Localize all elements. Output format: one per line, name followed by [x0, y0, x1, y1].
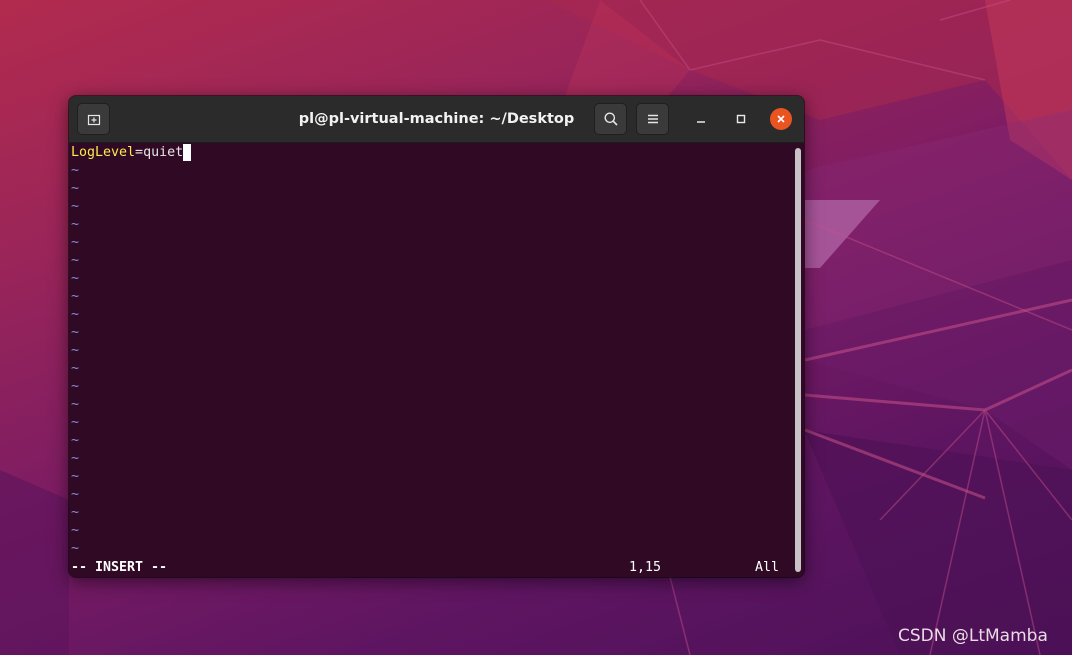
empty-line-marker: ~: [71, 235, 80, 250]
empty-line-marker: ~: [71, 325, 80, 340]
terminal-window[interactable]: pl@pl-virtual-machine: ~/Desktop LogLeve…: [69, 96, 804, 577]
terminal-text-area[interactable]: LogLevel=quiet ~ ~ ~ ~ ~ ~ ~ ~ ~ ~ ~ ~ ~ ~ ~ ~ ~ ~ ~ ~ ~ ~ --…: [69, 143, 804, 577]
empty-line-marker: ~: [71, 415, 80, 430]
config-key: LogLevel: [71, 145, 136, 160]
close-button[interactable]: [770, 108, 792, 130]
search-button[interactable]: [594, 103, 627, 135]
empty-line-marker: ~: [71, 523, 80, 538]
maximize-button[interactable]: [730, 108, 752, 130]
empty-line-marker: ~: [71, 487, 80, 502]
scroll-position: All: [755, 560, 780, 575]
empty-line-marker: ~: [71, 361, 80, 376]
close-icon: [777, 115, 785, 123]
search-icon: [604, 112, 618, 126]
config-value: quiet: [143, 145, 184, 160]
new-tab-icon: [87, 114, 100, 126]
text-cursor: [183, 144, 192, 161]
empty-line-marker: ~: [71, 397, 80, 412]
empty-line-marker: ~: [71, 451, 80, 466]
hamburger-menu-icon: [647, 114, 658, 124]
empty-line-marker: ~: [71, 541, 80, 556]
empty-line-marker: ~: [71, 163, 80, 178]
empty-line-marker: ~: [71, 181, 80, 196]
empty-line-marker: ~: [71, 199, 80, 214]
terminal-headerbar[interactable]: pl@pl-virtual-machine: ~/Desktop: [69, 96, 804, 143]
empty-line-marker: ~: [71, 307, 80, 322]
empty-line-marker: ~: [71, 433, 80, 448]
config-equals: =: [135, 145, 144, 160]
vim-mode-indicator: -- INSERT --: [71, 560, 168, 575]
minimize-button[interactable]: [690, 108, 712, 130]
empty-line-marker: ~: [71, 469, 80, 484]
empty-line-marker: ~: [71, 217, 80, 232]
maximize-icon: [736, 114, 746, 124]
empty-line-marker: ~: [71, 505, 80, 520]
window-title: pl@pl-virtual-machine: ~/Desktop: [298, 111, 575, 127]
new-tab-button[interactable]: [77, 103, 110, 135]
empty-line-marker: ~: [71, 343, 80, 358]
empty-line-marker: ~: [71, 379, 80, 394]
cursor-position: 1,15: [629, 560, 662, 575]
watermark: CSDN @LtMamba: [898, 626, 1048, 646]
scrollbar-thumb[interactable]: [795, 148, 801, 572]
editor-line-1: LogLevel=quiet: [71, 144, 192, 162]
empty-line-marker: ~: [71, 271, 80, 286]
menu-button[interactable]: [636, 103, 669, 135]
minimize-icon: [697, 121, 705, 123]
empty-line-marker: ~: [71, 289, 80, 304]
empty-line-marker: ~: [71, 253, 80, 268]
scrollbar[interactable]: [793, 144, 803, 576]
